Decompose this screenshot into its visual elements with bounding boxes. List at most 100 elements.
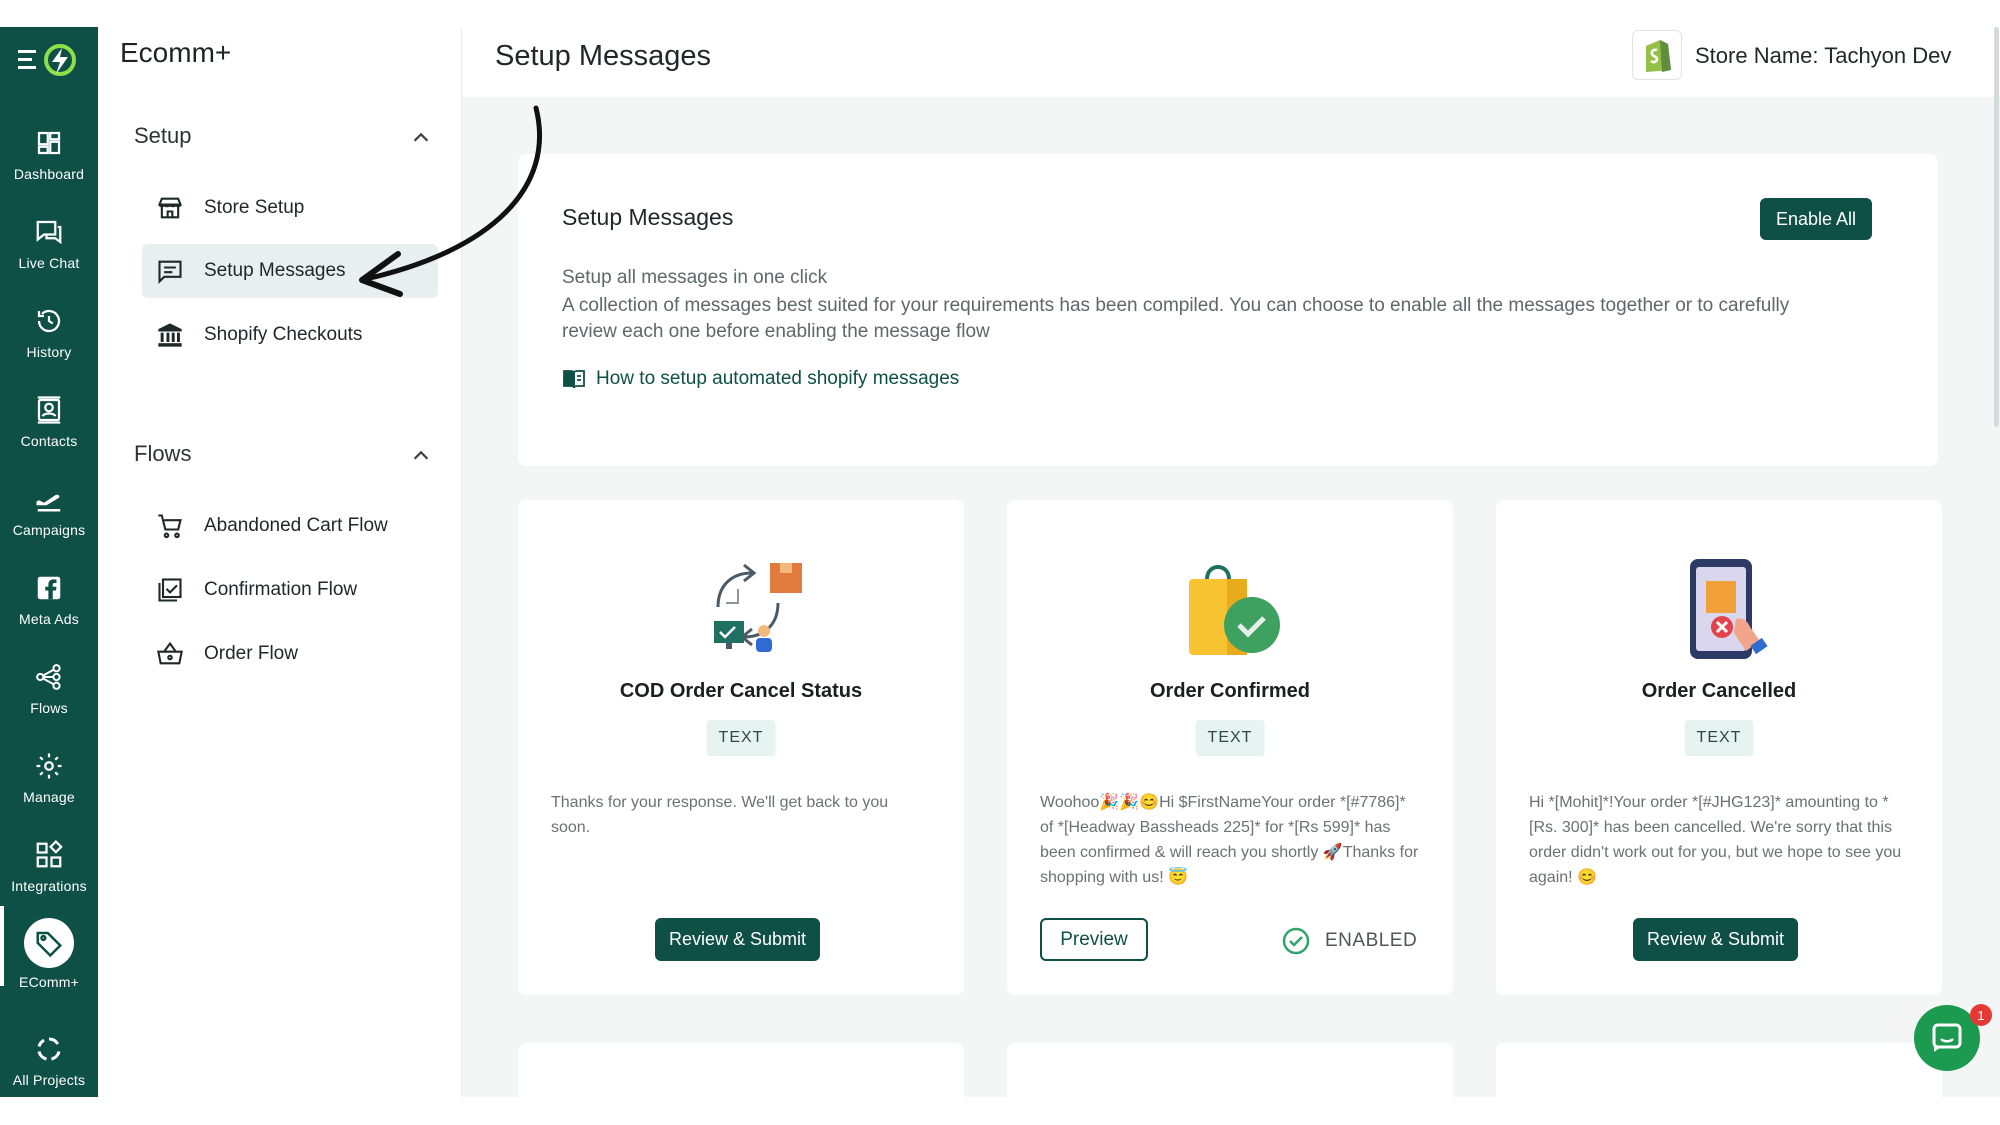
message-card-partial	[1007, 1043, 1453, 1097]
check-circle-icon	[1282, 927, 1310, 955]
sidebar-title: Ecomm+	[120, 37, 232, 68]
rail-label: Meta Ads	[19, 611, 79, 627]
chevron-up-icon[interactable]	[410, 127, 432, 149]
review-submit-button[interactable]: Review & Submit	[1633, 918, 1799, 961]
sidebar-item-label: Shopify Checkouts	[204, 324, 363, 345]
gear-icon	[36, 753, 62, 779]
sidebar-item-order-flow[interactable]: Order Flow	[142, 627, 438, 681]
section-setup-header[interactable]: Setup	[134, 123, 192, 149]
rail-label: Contacts	[20, 433, 78, 449]
rail-label: History	[26, 344, 72, 360]
rail-label: Campaigns	[12, 522, 86, 538]
rail-item-contacts[interactable]: Contacts	[0, 395, 98, 475]
rail-item-meta-ads[interactable]: Meta Ads	[0, 573, 98, 653]
card-title: COD Order Cancel Status	[619, 680, 863, 702]
review-submit-button[interactable]: Review & Submit	[655, 918, 821, 961]
rail-item-campaigns[interactable]: Campaigns	[0, 484, 98, 564]
rail-label: EComm+	[19, 974, 79, 990]
rail-item-manage[interactable]: Manage	[0, 751, 98, 831]
setup-messages-panel: Setup Messages Enable All Setup all mess…	[518, 154, 1938, 466]
sidebar-item-label: Order Flow	[204, 643, 298, 664]
enabled-status: ENABLED	[1281, 926, 1417, 956]
card-title: Order Confirmed	[1149, 680, 1311, 702]
rail-label: Integrations	[11, 878, 87, 894]
sidebar-item-shopify-checkouts[interactable]: Shopify Checkouts	[142, 308, 438, 362]
flows-icon	[36, 664, 61, 690]
rail-item-live-chat[interactable]: Live Chat	[0, 217, 98, 297]
dashboard-icon	[37, 131, 61, 155]
sidebar-item-label: Store Setup	[204, 197, 305, 218]
card-message: Woohoo🎉🎉😊Hi $FirstNameYour order *[#7786…	[1040, 794, 1419, 886]
sidebar-item-store-setup[interactable]: Store Setup	[142, 181, 438, 235]
rail-item-flows[interactable]: Flows	[0, 662, 98, 742]
panel-subtitle: Setup all messages in one click	[562, 267, 828, 288]
app-root: Dashboard Live Chat History Contacts Cam…	[0, 0, 2000, 1125]
help-link[interactable]: How to setup automated shopify messages	[562, 368, 959, 390]
rail-item-dashboard[interactable]: Dashboard	[0, 128, 98, 208]
cart-icon	[158, 514, 182, 539]
shopify-icon	[1646, 40, 1671, 72]
sidebar-item-label: Confirmation Flow	[204, 579, 358, 600]
section-flows-header[interactable]: Flows	[134, 441, 191, 467]
icon-rail: Dashboard Live Chat History Contacts Cam…	[0, 27, 98, 1097]
page-header: Setup Messages Store Name: Tachyon Dev	[462, 27, 2000, 97]
store-icon	[157, 197, 183, 219]
panel-title: Setup Messages	[562, 204, 734, 230]
card-title: Order Cancelled	[1641, 680, 1797, 702]
rail-item-ecomm[interactable]: EComm+	[0, 906, 98, 998]
enable-all-button[interactable]: Enable All	[1760, 198, 1872, 240]
message-icon	[158, 260, 182, 285]
shopping-bag-check-icon	[1189, 565, 1280, 655]
chat-icon	[36, 220, 62, 245]
active-indicator	[24, 918, 74, 968]
help-link-label: How to setup automated shopify messages	[596, 368, 960, 389]
vertical-scrollbar[interactable]	[1994, 27, 1999, 427]
sidebar-item-abandoned-cart-flow[interactable]: Abandoned Cart Flow	[142, 499, 438, 553]
enabled-label: ENABLED	[1325, 930, 1418, 951]
message-type-badge: TEXT	[1195, 720, 1265, 756]
panel-description: A collection of messages best suited for…	[562, 295, 1790, 342]
rail-label: Live Chat	[18, 255, 80, 271]
rail-label: Dashboard	[13, 166, 85, 182]
rail-item-history[interactable]: History	[0, 306, 98, 386]
message-type-badge: TEXT	[706, 720, 776, 756]
sidebar-item-confirmation-flow[interactable]: Confirmation Flow	[142, 563, 438, 617]
rail-label: Flows	[30, 700, 68, 716]
history-icon	[37, 309, 61, 333]
sidebar-item-label: Abandoned Cart Flow	[204, 515, 388, 536]
message-type-badge: TEXT	[1684, 720, 1754, 756]
main-content: Setup Messages Enable All Setup all mess…	[462, 97, 2000, 1097]
refresh-sync-icon	[714, 563, 802, 652]
card-message: Thanks for your response. We'll get back…	[551, 794, 889, 836]
rail-label: Manage	[23, 789, 75, 805]
page-title: Setup Messages	[495, 40, 712, 72]
facebook-icon	[37, 576, 61, 600]
message-card-partial	[1496, 1043, 1942, 1097]
chevron-up-icon[interactable]	[410, 445, 432, 467]
projects-icon	[37, 1037, 61, 1061]
brand-logo-icon[interactable]	[14, 42, 80, 78]
message-card: Order Confirmed TEXT Woohoo🎉🎉😊Hi $FirstN…	[1007, 500, 1453, 995]
tag-icon	[36, 931, 63, 958]
ecomm-sidebar: Ecomm+ Setup Store Setup Setup Messages …	[98, 27, 462, 1097]
shopify-logo	[1632, 30, 1682, 80]
basket-icon	[157, 641, 183, 665]
store-name: Store Name: Tachyon Dev	[1695, 43, 1952, 68]
chat-bubble-icon	[1932, 1023, 1962, 1052]
sidebar-item-setup-messages[interactable]: Setup Messages	[142, 244, 438, 298]
card-message: Hi *[Mohit]*!Your order *[#JHG123]* amou…	[1529, 794, 1902, 886]
plane-icon	[36, 494, 61, 512]
integrations-icon	[36, 840, 63, 868]
rail-item-all-projects[interactable]: All Projects	[0, 1034, 98, 1114]
book-icon	[563, 370, 585, 389]
notification-badge: 1	[1970, 1004, 1992, 1026]
rail-label: All Projects	[12, 1072, 86, 1088]
rail-item-integrations[interactable]: Integrations	[0, 840, 98, 920]
bank-icon	[158, 323, 182, 347]
contacts-icon	[37, 396, 61, 424]
preview-button[interactable]: Preview	[1040, 918, 1148, 961]
message-card: COD Order Cancel Status TEXT Thanks for …	[518, 500, 964, 995]
checklist-icon	[158, 578, 182, 602]
message-card-partial	[518, 1043, 964, 1097]
message-card: Order Cancelled TEXT Hi *[Mohit]*!Your o…	[1496, 500, 1942, 995]
